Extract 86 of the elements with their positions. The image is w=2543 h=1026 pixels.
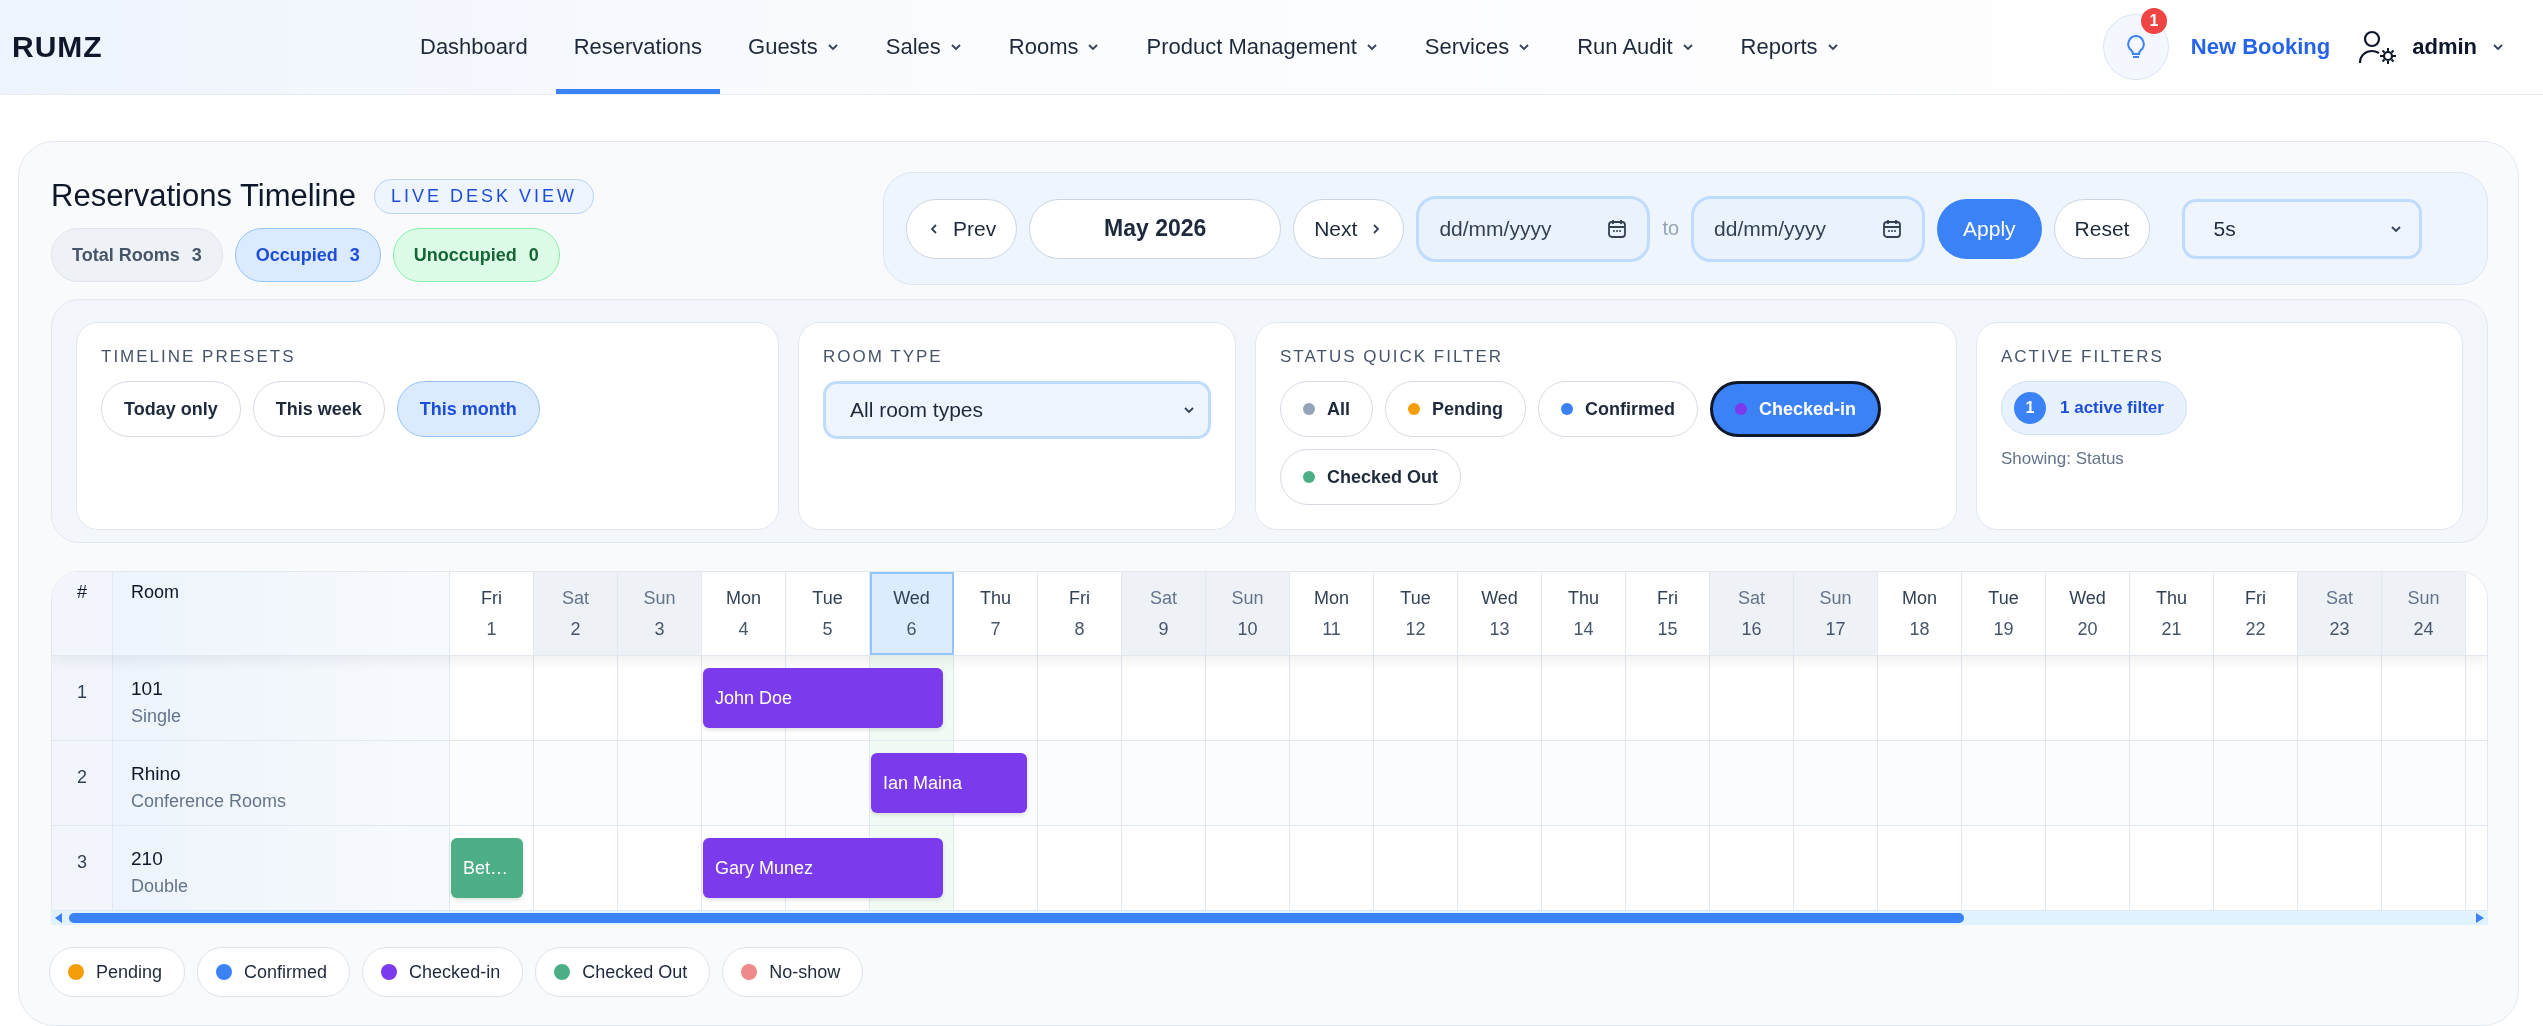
day-header: Sun 24: [2382, 572, 2466, 655]
booking-bar[interactable]: Gary Munez: [703, 838, 943, 898]
date-to-field[interactable]: dd/mm/yyyy: [1691, 195, 1926, 262]
day-header: Wed 13: [1458, 572, 1542, 655]
notification-badge: 1: [2140, 8, 2167, 34]
day-header: Fri 8: [1038, 572, 1122, 655]
day-header: Wed 6: [870, 572, 954, 655]
next-button[interactable]: Next: [1293, 198, 1405, 259]
room-type: Conference Rooms: [131, 791, 288, 812]
day-header: Thu 14: [1542, 572, 1626, 655]
nav-item[interactable]: Services: [1406, 0, 1550, 94]
preset-chip[interactable]: This month: [396, 381, 540, 437]
nav-item[interactable]: Product Management: [1128, 0, 1397, 94]
nav-item[interactable]: Rooms: [990, 0, 1119, 94]
showing-text: Showing: Status: [2001, 449, 2125, 469]
nav-item[interactable]: Reports: [1722, 0, 1858, 94]
status-chip[interactable]: All: [1280, 381, 1373, 437]
nav-item[interactable]: Run Audit: [1559, 0, 1713, 94]
day-header: Tue 12: [1374, 572, 1458, 655]
booking-bar[interactable]: John Doe: [703, 668, 943, 728]
date-from-field[interactable]: dd/mm/yyyy: [1416, 195, 1651, 262]
day-header: Mon 11: [1290, 572, 1374, 655]
day-header: Thu 7: [954, 572, 1038, 655]
page-title: Reservations Timeline: [51, 178, 356, 214]
apply-button[interactable]: Apply: [1937, 198, 2042, 259]
preset-chip[interactable]: Today only: [101, 381, 241, 437]
legend-item: Confirmed: [197, 947, 351, 997]
day-header: Tue 5: [786, 572, 870, 655]
status-chip[interactable]: Checked-in: [1710, 381, 1882, 437]
nav-item[interactable]: Reservations: [555, 0, 721, 94]
reset-button[interactable]: Reset: [2053, 198, 2151, 259]
day-header: Fri 22: [2214, 572, 2298, 655]
active-filter-label: 1 active filter: [2060, 398, 2164, 418]
room-type: Double: [131, 876, 190, 897]
row-number: 1: [52, 656, 113, 740]
row-number: 2: [52, 741, 113, 825]
day-header: Sat 9: [1122, 572, 1206, 655]
new-booking-link[interactable]: New Booking: [2190, 34, 2331, 60]
brand-logo[interactable]: RUMZ: [12, 30, 402, 64]
day-header: Tue 19: [1962, 572, 2046, 655]
to-label: to: [1662, 217, 1680, 240]
day-header: Sun 3: [618, 572, 702, 655]
filter-count-badge: 1: [2014, 392, 2046, 424]
day-header: Thu 21: [2130, 572, 2214, 655]
status-chip[interactable]: Checked Out: [1280, 449, 1462, 505]
day-header: Sat 2: [534, 572, 618, 655]
nav-item[interactable]: Sales: [867, 0, 981, 94]
room-name: Rhino: [131, 763, 182, 785]
live-badge: LIVE DESK VIEW: [373, 178, 594, 214]
month-button[interactable]: May 2026: [1029, 198, 1282, 259]
legend-item: No-show: [722, 947, 864, 997]
status-chip[interactable]: Pending: [1385, 381, 1526, 437]
nav-item[interactable]: Dashboard: [402, 0, 546, 94]
row-number: 3: [52, 826, 113, 910]
column-header: Room: [113, 572, 450, 655]
booking-bar[interactable]: Ian Maina: [871, 753, 1027, 813]
room-name: 101: [131, 678, 164, 700]
day-header: Fri 1: [450, 572, 534, 655]
column-header: #: [52, 572, 113, 655]
day-header: Sun 10: [1206, 572, 1290, 655]
room-type-select[interactable]: All room types: [823, 381, 1211, 439]
day-header: Fri 15: [1626, 572, 1710, 655]
day-header: Mon 4: [702, 572, 786, 655]
nav-item[interactable]: Guests: [730, 0, 858, 94]
user-menu[interactable]: admin: [2352, 28, 2511, 66]
day-header: Sat 23: [2298, 572, 2382, 655]
stat-chip: Unoccupied 0: [392, 228, 560, 282]
day-header: Mon 18: [1878, 572, 1962, 655]
room-type: Single: [131, 706, 183, 727]
section-title: ROOM TYPE: [823, 347, 944, 367]
day-header: Wed 20: [2046, 572, 2130, 655]
refresh-interval-select[interactable]: 5s: [2182, 198, 2423, 259]
legend-item: Checked-in: [362, 947, 524, 997]
legend-item: Pending: [49, 947, 186, 997]
day-header: Sat 16: [1710, 572, 1794, 655]
status-chip[interactable]: Confirmed: [1538, 381, 1698, 437]
preset-chip[interactable]: This week: [252, 381, 385, 437]
room-name: 210: [131, 848, 164, 870]
stat-chip: Total Rooms 3: [51, 228, 223, 282]
day-header: Sun 17: [1794, 572, 1878, 655]
section-title: TIMELINE PRESETS: [101, 347, 297, 367]
section-title: STATUS QUICK FILTER: [1280, 347, 1505, 367]
stat-chip: Occupied 3: [234, 228, 381, 282]
legend-item: Checked Out: [535, 947, 711, 997]
section-title: ACTIVE FILTERS: [2001, 347, 2165, 367]
prev-button[interactable]: Prev: [906, 198, 1018, 259]
